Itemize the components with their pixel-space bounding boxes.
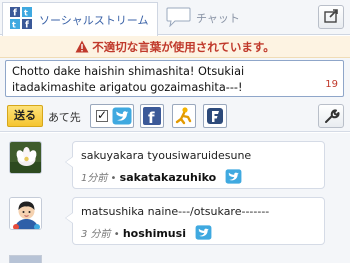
avatar[interactable] (9, 255, 42, 263)
post-text: matsushika naine---/otsukare------- (81, 205, 270, 218)
warning-text: 不適切な言葉が使用されています。 (92, 40, 275, 54)
social-stream-feed: sakuyakara tyousiwaruidesune 1分前 • sakat… (0, 133, 350, 263)
meta-separator: • (110, 229, 120, 240)
post-meta: 3 分前 • hoshimusi (81, 225, 212, 240)
wrench-icon (325, 109, 340, 123)
twitter-source-icon (225, 169, 242, 184)
lotus-avatar-image (10, 142, 41, 173)
foursquare-icon (207, 108, 223, 124)
jaiku-icon (175, 107, 192, 125)
social-stream-icon: f t t f (10, 7, 32, 29)
message-input[interactable]: Chotto dake haishin shimashita! Otsukiai… (5, 60, 344, 97)
avatar[interactable] (9, 141, 42, 174)
composer: Chotto dake haishin shimashita! Otsukiai… (0, 58, 350, 100)
send-button[interactable]: 送る (7, 105, 43, 127)
message-text[interactable]: Chotto dake haishin shimashita! Otsukiai… (12, 64, 317, 96)
twitter-icon (112, 107, 132, 125)
post-time: 3 分前 (81, 229, 111, 240)
settings-button[interactable] (318, 104, 344, 128)
twitter-source-icon (195, 225, 212, 240)
facebook-icon: f (143, 107, 161, 127)
jaiku-destination-button[interactable] (172, 104, 196, 128)
post-meta: 1分前 • sakatakazuhiko (81, 169, 242, 184)
post-time: 1分前 (81, 173, 108, 184)
avatar[interactable] (9, 197, 42, 230)
warning-icon (75, 40, 89, 53)
facebook-destination-button[interactable]: f (140, 104, 164, 128)
tab-social-stream[interactable]: f t t f ソーシャルストリーム (2, 2, 158, 36)
popout-icon (324, 9, 338, 23)
popout-button[interactable] (318, 5, 344, 29)
tab-social-stream-label: ソーシャルストリーム (39, 14, 149, 27)
chat-bubble-icon (166, 7, 191, 27)
svg-text:f: f (148, 109, 155, 127)
svg-text:t: t (24, 9, 28, 18)
warning-banner: 不適切な言葉が使用されています。 (0, 36, 350, 58)
checkbox-checkmark: ✓ (97, 108, 108, 122)
svg-text:f: f (25, 21, 29, 30)
tab-bar: f t t f ソーシャルストリーム チャット (0, 0, 350, 36)
post-text: sakuyakara tyousiwaruidesune (81, 149, 252, 162)
cartoon-avatar-image (10, 198, 41, 229)
post-username[interactable]: hoshimusi (123, 227, 186, 240)
remaining-char-count: 19 (325, 79, 338, 90)
svg-text:f: f (13, 9, 17, 19)
tab-chat[interactable]: チャット (166, 4, 256, 30)
twitter-destination-checkbox[interactable]: ✓ (96, 108, 108, 122)
destination-label: あて先 (48, 111, 81, 124)
twitter-destination-toggle[interactable]: ✓ (90, 104, 134, 128)
post-username[interactable]: sakatakazuhiko (120, 171, 217, 184)
meta-separator: • (107, 173, 117, 184)
post-bubble: sakuyakara tyousiwaruidesune 1分前 • sakat… (65, 141, 325, 189)
svg-text:t: t (12, 21, 16, 30)
send-toolbar: 送る あて先 ✓ f (0, 100, 350, 132)
post-bubble: matsushika naine---/otsukare------- 3 分前… (65, 197, 325, 245)
foursquare-destination-button[interactable] (203, 104, 227, 128)
tab-chat-label: チャット (196, 12, 240, 25)
